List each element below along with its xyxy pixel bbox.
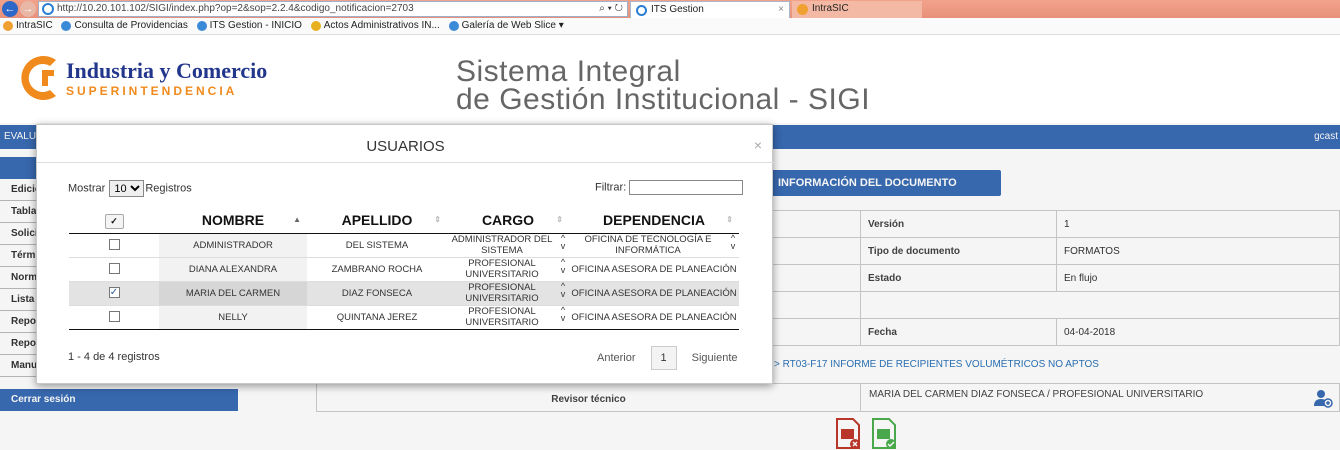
table-row[interactable]: DIANA ALEXANDRA ZAMBRANO ROCHA PROFESION… — [69, 256, 739, 281]
sort-icon: ⇕ — [726, 215, 733, 224]
logo-subtitle: SUPERINTENDENCIA — [66, 84, 238, 98]
address-tools[interactable]: ⌕ ▾ ↻ — [599, 2, 623, 16]
browser-toolbar: ← → http://10.20.101.102/SIGI/index.php?… — [0, 0, 1340, 18]
favorite-actos[interactable]: Actos Administrativos IN... — [310, 18, 440, 34]
back-button[interactable]: ← — [2, 1, 18, 17]
cell-dependencia: OFICINA ASESORA DE PLANEACIÓN — [569, 280, 739, 305]
scroll-arrows-icon[interactable]: ^ v — [557, 258, 569, 275]
favorite-icon — [448, 21, 459, 31]
cell-nombre: ADMINISTRADOR — [159, 232, 307, 257]
cell-dependencia: OFICINA DE TECNOLOGÍA E INFORMÁTICA ^ v — [569, 232, 739, 257]
system-title-line2: de Gestión Institucional - SIGI — [456, 83, 871, 116]
favorite-icon — [196, 21, 207, 31]
filter-input[interactable] — [629, 180, 744, 195]
filter-control: Filtrar: — [595, 180, 744, 195]
cell-nombre: MARIA DEL CARMEN — [159, 280, 307, 305]
column-header-cargo[interactable]: CARGO ⇕ — [447, 207, 569, 234]
users-modal: USUARIOS × Mostrar 10 Registros Filtrar: … — [36, 124, 774, 384]
column-header-apellido[interactable]: APELLIDO ⇕ — [307, 207, 447, 234]
cell-dependencia: OFICINA ASESORA DE PLANEACIÓN — [569, 256, 739, 281]
prev-button[interactable]: Anterior — [597, 352, 636, 364]
cell-nombre: DIANA ALEXANDRA — [159, 256, 307, 281]
records-label: Registros — [145, 182, 192, 195]
tab-label: IntraSIC — [812, 3, 849, 14]
column-header-nombre[interactable]: NOMBRE ▲ — [159, 207, 307, 234]
address-bar[interactable]: http://10.20.101.102/SIGI/index.php?op=2… — [38, 1, 628, 17]
row-checkbox[interactable] — [108, 263, 120, 275]
favorite-providencias[interactable]: Consulta de Providencias — [60, 18, 188, 34]
cell-nombre: NELLY — [159, 304, 307, 330]
row-checkbox-checked[interactable]: ✓ — [108, 287, 120, 299]
cell-cargo: ADMINISTRADOR DEL SISTEMA ^ v — [447, 232, 569, 257]
favorite-icon — [3, 21, 13, 31]
cell-dependencia: OFICINA ASESORA DE PLANEACIÓN — [569, 304, 739, 330]
modal-title: USUARIOS — [366, 138, 445, 155]
favorite-intrasic[interactable]: IntraSIC — [2, 18, 53, 34]
favorite-its-gestion[interactable]: ITS Gestion - INICIO — [196, 18, 302, 34]
cell-apellido: DIAZ FONSECA — [307, 280, 447, 305]
intrasic-icon — [797, 4, 808, 15]
scroll-arrows-icon[interactable]: ^ v — [557, 306, 569, 323]
select-all-icon[interactable]: ✓ — [104, 213, 124, 229]
page-button[interactable]: 1 — [650, 346, 677, 370]
logo-icon — [21, 56, 56, 100]
cell-apellido: ZAMBRANO ROCHA — [307, 256, 447, 281]
system-title: Sistema Integral de Gestión Instituciona… — [456, 55, 871, 116]
users-table: ✓ NOMBRE ▲ APELLIDO ⇕ CARGO ⇕ DEPENDENCIA ⇕ … — [69, 207, 739, 330]
row-checkbox[interactable] — [108, 239, 120, 251]
address-text: http://10.20.101.102/SIGI/index.php?op=2… — [57, 3, 414, 14]
favorite-web-slice[interactable]: Galería de Web Slice ▾ — [448, 18, 564, 34]
ie-icon — [636, 5, 647, 16]
divider — [37, 162, 774, 163]
tab-its-gestion[interactable]: ITS Gestion × — [630, 1, 790, 18]
cell-apellido: QUINTANA JEREZ — [307, 304, 447, 330]
select-all-header: ✓ — [69, 207, 159, 234]
table-row-selected[interactable]: ✓ MARIA DEL CARMEN DIAZ FONSECA PROFESIO… — [69, 280, 739, 305]
table-row[interactable]: NELLY QUINTANA JEREZ PROFESIONAL UNIVERS… — [69, 304, 739, 330]
favorite-icon — [61, 21, 72, 31]
show-label: Mostrar — [68, 182, 106, 195]
filter-label: Filtrar: — [595, 181, 627, 194]
sort-icon: ⇕ — [556, 215, 563, 224]
row-checkbox[interactable] — [108, 311, 120, 323]
page-size-select[interactable]: 10 — [109, 180, 145, 197]
cell-cargo: PROFESIONAL UNIVERSITARIO ^ v — [447, 280, 569, 305]
sort-asc-icon: ▲ — [293, 215, 301, 224]
favorites-bar: IntraSIC Consulta de Providencias ITS Ge… — [0, 18, 1340, 35]
table-row[interactable]: ADMINISTRADOR DEL SISTEMA ADMINISTRADOR … — [69, 232, 739, 257]
close-icon[interactable]: × — [778, 2, 784, 18]
column-header-dependencia[interactable]: DEPENDENCIA ⇕ — [569, 207, 739, 234]
records-info: 1 - 4 de 4 registros — [68, 351, 160, 363]
cell-cargo: PROFESIONAL UNIVERSITARIO ^ v — [447, 304, 569, 330]
scroll-arrows-icon[interactable]: ^ v — [557, 234, 569, 251]
ie-icon — [42, 3, 54, 15]
pagination: Anterior 1 Siguiente — [597, 346, 738, 370]
forward-button[interactable]: → — [20, 1, 36, 17]
sort-icon: ⇕ — [434, 215, 441, 224]
system-title-line1: Sistema Integral — [456, 55, 681, 88]
logo-title: Industria y Comercio — [66, 58, 268, 83]
table-header-row: ✓ NOMBRE ▲ APELLIDO ⇕ CARGO ⇕ DEPENDENCIA ⇕ — [69, 207, 739, 234]
tab-label: ITS Gestion — [651, 4, 704, 15]
favorite-icon — [310, 21, 321, 31]
scroll-arrows-icon[interactable]: ^ v — [557, 282, 569, 299]
close-icon[interactable]: × — [754, 137, 762, 153]
cell-apellido: DEL SISTEMA — [307, 232, 447, 257]
tab-intrasic[interactable]: IntraSIC — [792, 1, 922, 18]
next-button[interactable]: Siguiente — [692, 352, 738, 364]
cell-cargo: PROFESIONAL UNIVERSITARIO ^ v — [447, 256, 569, 281]
scroll-arrows-icon[interactable]: ^ v — [727, 234, 739, 251]
page-size-control: Mostrar 10 Registros — [68, 180, 192, 197]
